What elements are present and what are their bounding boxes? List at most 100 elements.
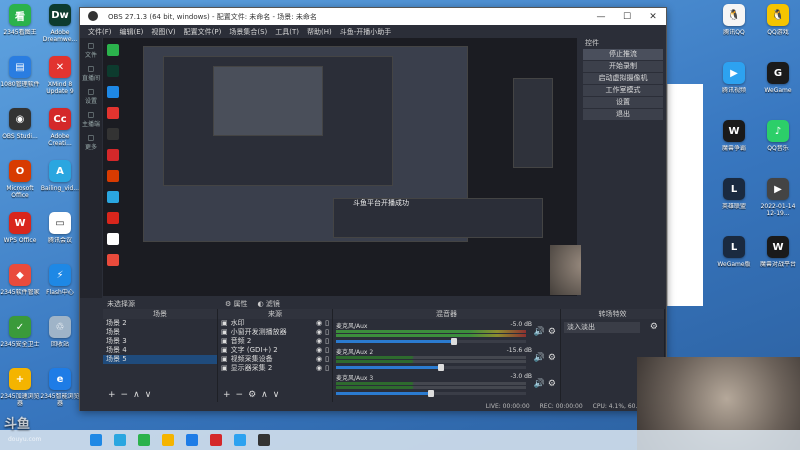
transition-settings-icon[interactable]: ⚙: [650, 322, 658, 332]
scene-item[interactable]: 场景 4: [103, 346, 217, 355]
side-strip-item[interactable]: ◻ 更多: [80, 130, 102, 153]
menu-item[interactable]: 编辑(E): [120, 27, 144, 37]
control-button[interactable]: 开始录制: [583, 61, 663, 72]
desktop-icon[interactable]: ♪ QQ音乐: [756, 116, 800, 174]
menu-item[interactable]: 文件(F): [88, 27, 112, 37]
volume-slider[interactable]: [336, 338, 526, 345]
visibility-eye-icon[interactable]: ◉: [316, 364, 322, 373]
source-item[interactable]: ▣ 水印 ◉ ▯: [218, 319, 332, 328]
visibility-eye-icon[interactable]: ◉: [316, 346, 322, 355]
desktop-icon[interactable]: O Microsoft Office: [0, 156, 40, 208]
menu-item[interactable]: 配置文件(P): [184, 27, 222, 37]
wechat-icon[interactable]: [138, 434, 150, 446]
source-item[interactable]: ▣ 视频采集设备 ◉ ▯: [218, 355, 332, 364]
volume-slider[interactable]: [336, 390, 526, 397]
control-button[interactable]: 启动虚拟摄像机: [583, 73, 663, 84]
desktop-icon[interactable]: ◆ 2345软件管家: [0, 260, 40, 312]
scene-item[interactable]: 场景 3: [103, 337, 217, 346]
source-settings-icon[interactable]: ⚙: [248, 390, 256, 400]
obs-window[interactable]: OBS 27.1.3 (64 bit, windows) - 配置文件: 未命名…: [79, 7, 667, 411]
speaker-icon[interactable]: 🔊: [534, 327, 545, 337]
maximize-icon[interactable]: ☐: [614, 8, 640, 25]
lock-icon[interactable]: ▯: [325, 346, 329, 355]
desktop-icon[interactable]: G WeGame: [756, 58, 800, 116]
control-button[interactable]: 退出: [583, 109, 663, 120]
source-item[interactable]: ▣ 显示器采集 2 ◉ ▯: [218, 364, 332, 373]
edge-icon[interactable]: [114, 434, 126, 446]
obs-titlebar[interactable]: OBS 27.1.3 (64 bit, windows) - 配置文件: 未命名…: [80, 8, 666, 25]
obs-preview-canvas[interactable]: 斗鱼平台开播成功: [103, 38, 577, 296]
mixer-settings-icon[interactable]: ⚙: [545, 379, 556, 389]
visibility-eye-icon[interactable]: ◉: [316, 337, 322, 346]
app-icon[interactable]: [210, 434, 222, 446]
desktop-icon[interactable]: 🐧 QQ游戏: [756, 0, 800, 58]
move-down-icon[interactable]: ∨: [145, 390, 152, 400]
scene-item[interactable]: 场景 5: [103, 355, 217, 364]
source-down-icon[interactable]: ∨: [273, 390, 280, 400]
transition-select[interactable]: 淡入淡出: [564, 322, 640, 333]
source-up-icon[interactable]: ∧: [261, 390, 268, 400]
add-source-icon[interactable]: +: [223, 390, 231, 400]
desktop-icon[interactable]: ✕ XMind 8 Update 9: [40, 52, 80, 104]
move-up-icon[interactable]: ∧: [133, 390, 140, 400]
lock-icon[interactable]: ▯: [325, 364, 329, 373]
desktop-icon[interactable]: L WeGame版: [712, 232, 756, 290]
desktop-icon[interactable]: 看 2345看图王: [0, 0, 40, 52]
feishu-icon[interactable]: [186, 434, 198, 446]
menu-item[interactable]: 工具(T): [275, 27, 299, 37]
side-strip-item[interactable]: ◻ 主播端: [80, 107, 102, 130]
lock-icon[interactable]: ▯: [325, 355, 329, 364]
desktop-icon[interactable]: Dw Adobe Dreamwe...: [40, 0, 80, 52]
add-scene-icon[interactable]: +: [108, 390, 116, 400]
desktop-icon[interactable]: W 魔兽对战平台: [756, 232, 800, 290]
visibility-eye-icon[interactable]: ◉: [316, 319, 322, 328]
menu-item[interactable]: 斗鱼-开播小助手: [340, 27, 392, 37]
desktop-icon[interactable]: e 2345智能浏览器: [40, 364, 80, 416]
volume-knob[interactable]: [428, 390, 434, 397]
start-icon[interactable]: [90, 434, 102, 446]
filters-button[interactable]: ◐ 滤镜: [258, 299, 280, 309]
desktop-icon[interactable]: ▭ 腾讯会议: [40, 208, 80, 260]
desktop-icon[interactable]: +2345加速浏览器: [0, 364, 40, 416]
side-strip-item[interactable]: ◻ 设置: [80, 84, 102, 107]
control-button[interactable]: 停止推流: [583, 49, 663, 60]
desktop-icon[interactable]: 🐧 腾讯QQ: [712, 0, 756, 58]
desktop-icon[interactable]: ▶ 2022-01-14 12-19...: [756, 174, 800, 232]
volume-slider[interactable]: [336, 364, 526, 371]
side-strip-item[interactable]: ◻ 文件: [80, 38, 102, 61]
desktop-icon[interactable]: A Bailing_vid...: [40, 156, 80, 208]
speaker-icon[interactable]: 🔊: [534, 379, 545, 389]
scene-item[interactable]: 场景: [103, 328, 217, 337]
desktop-icon[interactable]: ◉ OBS Studi...: [0, 104, 40, 156]
scene-item[interactable]: 场景 2: [103, 319, 217, 328]
volume-knob[interactable]: [437, 364, 444, 371]
source-item[interactable]: ▣ 音频 2 ◉ ▯: [218, 337, 332, 346]
desktop-icon[interactable]: W 魔兽争霸: [712, 116, 756, 174]
visibility-eye-icon[interactable]: ◉: [316, 328, 322, 337]
desktop-icon[interactable]: ✓ 2345安全卫士: [0, 312, 40, 364]
desktop-icon[interactable]: W WPS Office: [0, 208, 40, 260]
muted-speaker-icon[interactable]: 🔊: [534, 353, 545, 363]
mixer-settings-icon[interactable]: ⚙: [545, 327, 556, 337]
menu-item[interactable]: 帮助(H): [307, 27, 332, 37]
close-icon[interactable]: ✕: [640, 8, 666, 25]
source-item[interactable]: ▣ 文字 (GDI+) 2 ◉ ▯: [218, 346, 332, 355]
explorer-icon[interactable]: [162, 434, 174, 446]
menu-item[interactable]: 场景集合(S): [229, 27, 267, 37]
desktop-icon[interactable]: ♲ 回收站: [40, 312, 80, 364]
remove-source-icon[interactable]: −: [236, 390, 244, 400]
menu-item[interactable]: 视图(V): [151, 27, 175, 37]
lock-icon[interactable]: ▯: [325, 337, 329, 346]
video-icon[interactable]: [234, 434, 246, 446]
desktop-icon[interactable]: ▶ 腾讯视频: [712, 58, 756, 116]
remove-scene-icon[interactable]: −: [121, 390, 129, 400]
desktop-icon[interactable]: ⚡ Flash中心: [40, 260, 80, 312]
desktop-icon[interactable]: Cc Adobe Creati...: [40, 104, 80, 156]
mixer-settings-icon[interactable]: ⚙: [545, 353, 556, 363]
desktop-icon[interactable]: ▤ 1080管理软件: [0, 52, 40, 104]
control-button[interactable]: 工作室模式: [583, 85, 663, 96]
side-strip-item[interactable]: ◻ 直播间: [80, 61, 102, 84]
lock-icon[interactable]: ▯: [325, 319, 329, 328]
volume-knob[interactable]: [450, 338, 457, 345]
properties-button[interactable]: ⚙ 属性: [225, 299, 248, 309]
